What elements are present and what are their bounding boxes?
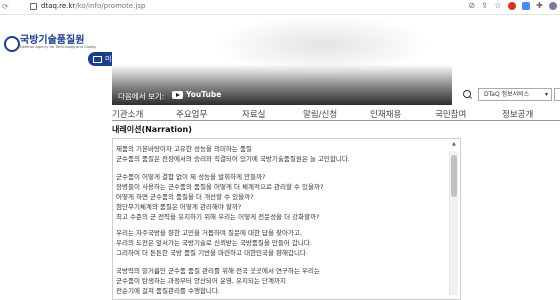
narration-line: 전순기에 걸쳐 품질관리를 수행합니다. — [116, 287, 220, 295]
service-select[interactable]: DTaQ 정보서비스 ▾ — [478, 88, 552, 101]
puzzle-icon[interactable]: ✚ — [536, 1, 543, 10]
extension-blue-icon[interactable] — [521, 1, 530, 10]
narration-line: 군수품의 품질은 전장에서의 승리와 직결되어 있기에 국방기술품질원은 늘 고… — [116, 155, 350, 163]
avatar[interactable] — [549, 1, 557, 10]
nav-item-disclosure[interactable]: 정보공개 — [502, 108, 533, 120]
narration-line: 첨단무기체계의 품질은 어떻게 관리해야 할까? — [116, 203, 242, 211]
monitor-icon — [93, 55, 102, 63]
narration-line: 장병들이 사용하는 군수품의 품질을 어떻게 더 체계적으로 관리할 수 있을까… — [116, 183, 324, 191]
narration-line: 제품의 기본바탕이자 고유한 성능을 의미하는 품질 — [116, 145, 252, 153]
youtube-link[interactable]: YouTube — [172, 90, 221, 99]
url-host: dtaq.re.kr — [41, 2, 76, 10]
nav-item-notice[interactable]: 알림/신청 — [303, 108, 337, 120]
video-watch-bar: 다음에서 보기: YouTube — [112, 86, 452, 106]
nav-item-main-work[interactable]: 주요업무 — [176, 108, 207, 120]
scroll-up-icon[interactable]: ▲ — [452, 141, 456, 147]
youtube-play-icon — [172, 91, 183, 99]
watch-on-label: 다음에서 보기: — [118, 92, 165, 101]
nav-item-archive[interactable]: 자료실 — [242, 108, 265, 120]
narration-line: 군수품이 탄생하는 과정부터 양산되어 운영, 유지되는 단계까지 — [116, 277, 286, 285]
video-frame — [212, 15, 432, 75]
lock-icon[interactable] — [30, 3, 37, 10]
nav-item-about[interactable]: 기관소개 — [112, 108, 143, 120]
url-field[interactable]: dtaq.re.kr/ko/info/promote.jsp — [41, 2, 146, 10]
logo-english: Defense Agency for Technology and Qualit… — [20, 45, 97, 49]
search-icon[interactable] — [463, 90, 471, 98]
narration-line: 우리의 도전은 앞서가는 국방기술로 신뢰받는 국방품질을 만들어 갑니다. — [116, 239, 312, 247]
section-title: 내레이션(Narration) — [112, 125, 192, 134]
chevron-down-icon: ▾ — [544, 91, 548, 98]
narration-textbox[interactable]: 제품의 기본바탕이자 고유한 성능을 의미하는 품질 군수품의 품질은 전장에서… — [112, 138, 461, 300]
logo-korean: 국방기술품질원 — [20, 35, 85, 46]
star-icon[interactable]: ☆ — [494, 1, 501, 10]
browser-address-bar: ⟳ dtaq.re.kr/ko/info/promote.jsp ⊘ ⇪ ☆ ✚ — [0, 0, 560, 15]
narration-line: 그리하여 더 튼튼한 국방 품질 기반을 마련하고 대한민국을 향해갑니다. — [116, 249, 309, 257]
service-select-next[interactable] — [554, 88, 560, 101]
main-nav: 기관소개 주요업무 자료실 알림/신청 인재채용 국민참여 정보공개 — [112, 108, 560, 120]
nav-item-participation[interactable]: 국민참여 — [435, 108, 466, 120]
nav-item-recruit[interactable]: 인재채용 — [370, 108, 401, 120]
narration-scrollbar[interactable]: ▲ — [449, 141, 458, 295]
extension-red-icon[interactable] — [507, 1, 516, 10]
narration-line: 우리는 자주국방을 향한 고민을 거듭하며 질문에 대한 답을 찾아가고, — [116, 229, 303, 237]
narration-line: 군수품이 어떻게 결함 없이 제 성능을 발휘하게 만들까? — [116, 173, 266, 181]
dtaq-emblem-icon — [4, 35, 20, 52]
narration-line: 국방력의 밑거름인 군수품 품질 관리를 위해 전국 곳곳에서 연구하는 우리는 — [116, 267, 320, 275]
share-icon[interactable]: ⇪ — [481, 1, 488, 10]
site-logo[interactable]: 국방기술품질원 Defense Agency for Technology an… — [4, 33, 96, 52]
nav-divider — [112, 120, 560, 121]
narration-line: 어떻게 하면 군수품의 품질을 더 개선할 수 있을까? — [116, 193, 254, 201]
narration-line: 최고 수준의 군 전력을 유지하기 위해 우리는 어떻게 전문성을 더 강화할까… — [116, 213, 320, 221]
url-path: /ko/info/promote.jsp — [75, 2, 146, 10]
scrollbar-thumb[interactable] — [451, 155, 457, 197]
service-select-label: DTaQ 정보서비스 — [484, 91, 530, 98]
reload-icon[interactable]: ⟳ — [2, 2, 9, 11]
browser-actions: ⊘ ⇪ ☆ ✚ — [464, 1, 557, 10]
youtube-label: YouTube — [186, 90, 222, 99]
eye-off-icon[interactable]: ⊘ — [468, 1, 475, 10]
